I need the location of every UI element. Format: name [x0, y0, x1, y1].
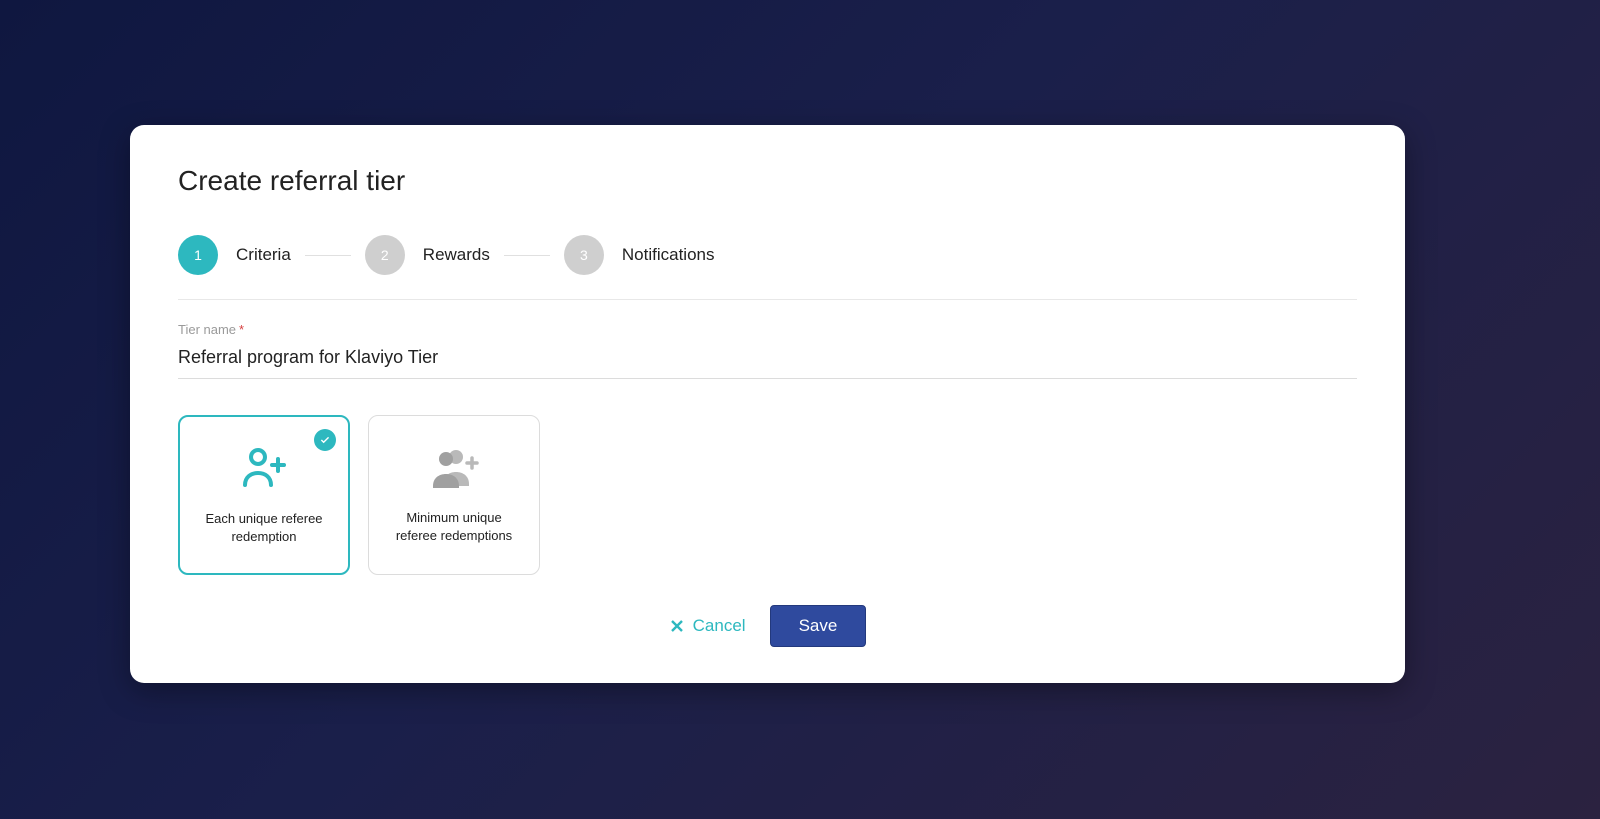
option-minimum-unique-referee[interactable]: Minimum unique referee redemptions [368, 415, 540, 575]
tier-name-field: Tier name* [178, 322, 1357, 379]
save-button[interactable]: Save [770, 605, 867, 647]
person-plus-icon [239, 445, 289, 494]
option-each-unique-referee[interactable]: Each unique referee redemption [178, 415, 350, 575]
option-label: Minimum unique referee redemptions [384, 509, 524, 544]
required-mark: * [239, 322, 244, 337]
page-title: Create referral tier [178, 165, 1357, 197]
tier-name-input[interactable] [178, 343, 1357, 379]
criteria-options: Each unique referee redemption Minimum u… [178, 415, 1357, 575]
step-rewards[interactable]: 2 Rewards [365, 235, 490, 275]
step-circle-3: 3 [564, 235, 604, 275]
step-connector [305, 255, 351, 256]
people-plus-icon [428, 446, 480, 493]
step-notifications[interactable]: 3 Notifications [564, 235, 715, 275]
stepper: 1 Criteria 2 Rewards 3 Notifications [178, 235, 1357, 300]
step-circle-1: 1 [178, 235, 218, 275]
option-label: Each unique referee redemption [194, 510, 334, 545]
step-label-2: Rewards [423, 245, 490, 265]
cancel-button[interactable]: Cancel [669, 616, 746, 636]
footer-actions: Cancel Save [178, 605, 1357, 647]
tier-name-label-text: Tier name [178, 322, 236, 337]
step-connector [504, 255, 550, 256]
step-circle-2: 2 [365, 235, 405, 275]
tier-name-label: Tier name* [178, 322, 1357, 337]
step-criteria[interactable]: 1 Criteria [178, 235, 291, 275]
modal-card: Create referral tier 1 Criteria 2 Reward… [130, 125, 1405, 683]
cancel-label: Cancel [693, 616, 746, 636]
step-label-1: Criteria [236, 245, 291, 265]
check-icon [314, 429, 336, 451]
close-icon [669, 618, 685, 634]
step-label-3: Notifications [622, 245, 715, 265]
